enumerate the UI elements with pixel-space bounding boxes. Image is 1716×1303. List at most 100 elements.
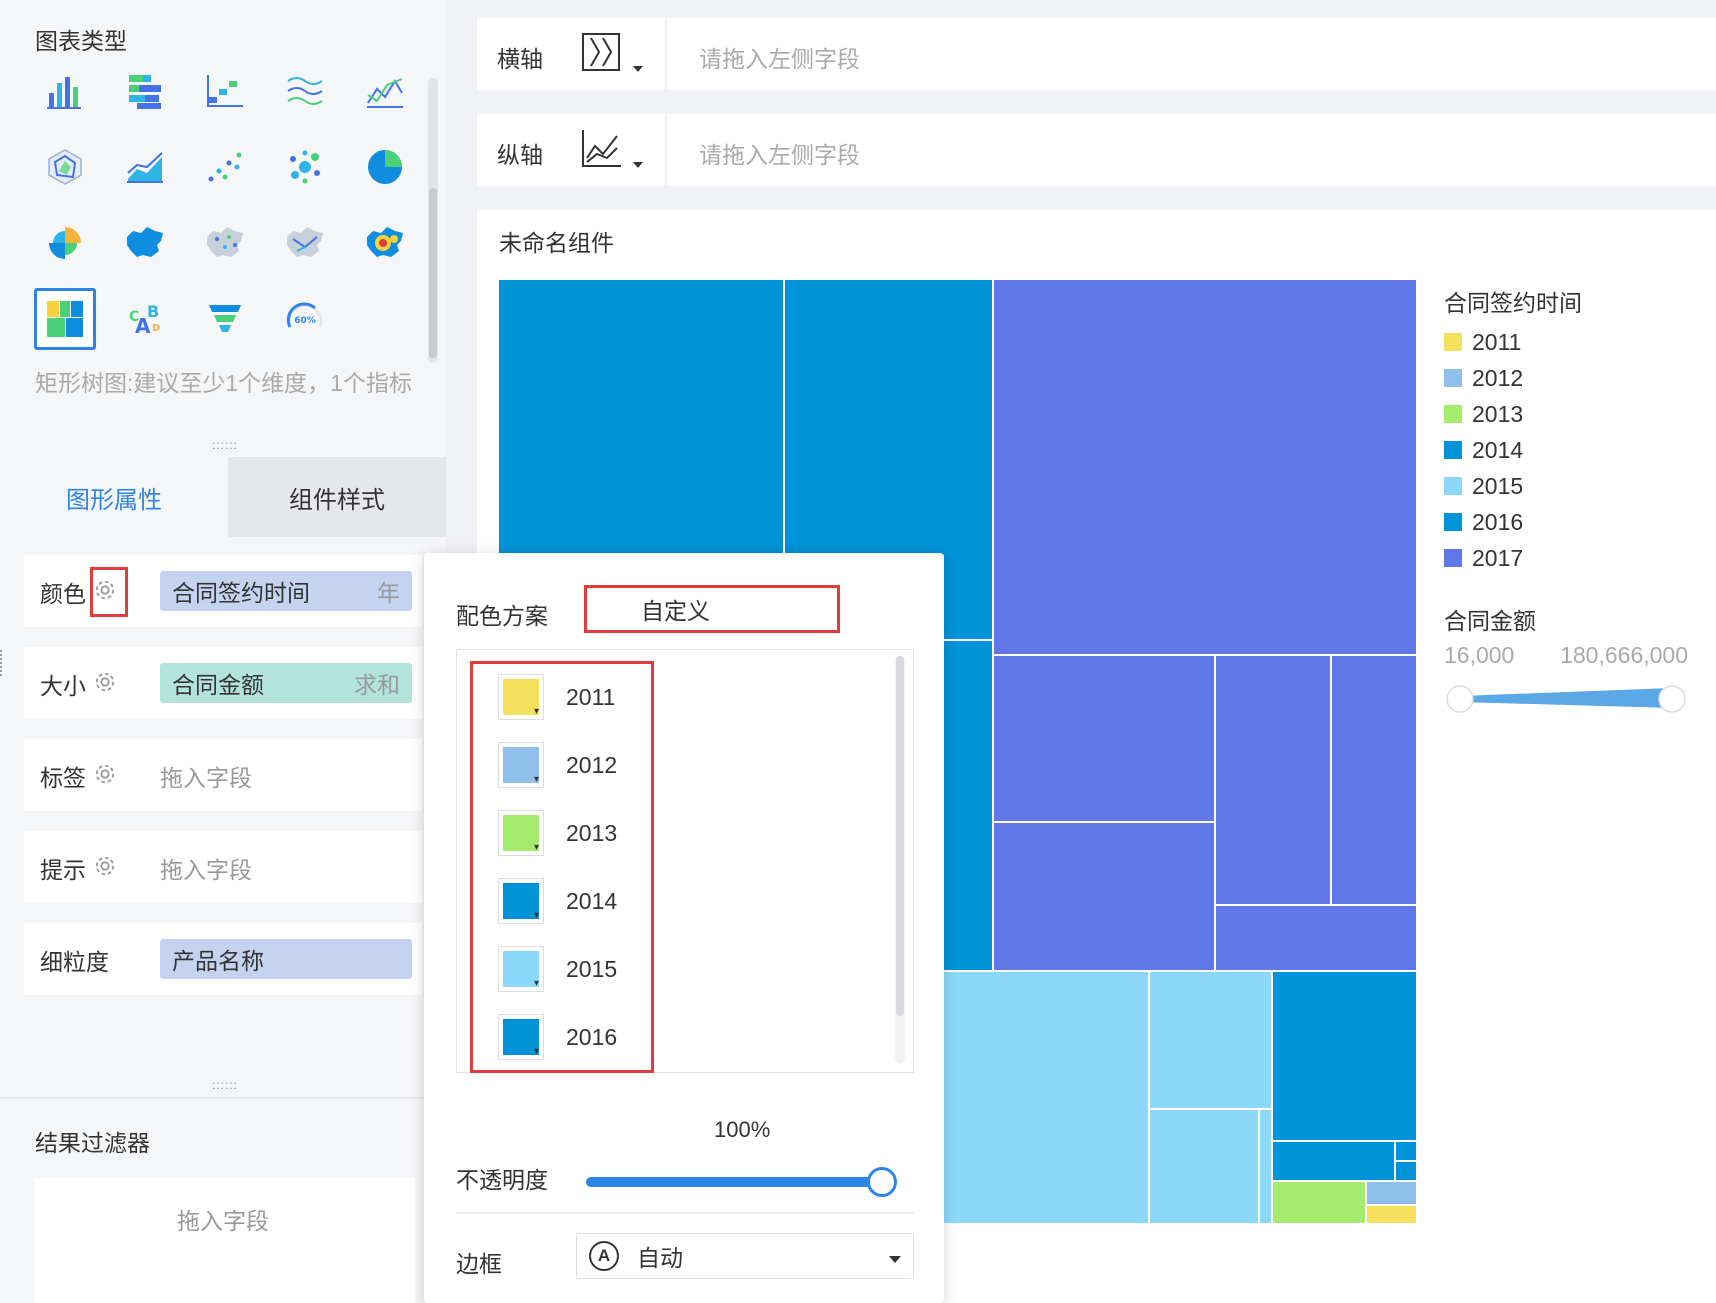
legend-item[interactable]: 2011 bbox=[1444, 324, 1704, 360]
tab-graph-props[interactable]: 图形属性 bbox=[0, 457, 228, 537]
color-picker-swatch[interactable]: ▾ bbox=[498, 674, 544, 720]
bar-chart-icon[interactable] bbox=[34, 60, 96, 122]
color-picker-swatch[interactable]: ▾ bbox=[498, 1014, 544, 1060]
axis-divider bbox=[665, 114, 667, 186]
scheme-select[interactable]: 自定义 bbox=[584, 585, 840, 633]
resize-handle[interactable]: :::::: bbox=[212, 1078, 238, 1092]
gear-icon[interactable] bbox=[94, 671, 116, 698]
border-value: 自动 bbox=[637, 1245, 683, 1271]
legend-item[interactable]: 2013 bbox=[1444, 396, 1704, 432]
size-field-suffix: 求和 bbox=[354, 672, 400, 698]
color-settings-popup: 配色方案 自定义 ▾ 2011 ▾ 2012 ▾ 2013 ▾ 2014 ▾ 2015 ▾ 2016 … bbox=[424, 553, 944, 1303]
x-axis-chart-type-icon[interactable] bbox=[581, 32, 649, 81]
step-chart-icon[interactable] bbox=[194, 60, 256, 122]
size-range-slider[interactable] bbox=[1444, 682, 1688, 716]
legend: 合同签约时间 2011 2012 2013 2014 2015 2016 2017 合同金额… bbox=[1444, 284, 1704, 716]
legend-item[interactable]: 2017 bbox=[1444, 540, 1704, 576]
treemap-cell[interactable] bbox=[1395, 1161, 1417, 1181]
treemap-cell[interactable] bbox=[1272, 1181, 1366, 1224]
treemap-cell[interactable] bbox=[1272, 971, 1417, 1141]
area-chart-icon[interactable] bbox=[114, 136, 176, 198]
treemap-icon[interactable] bbox=[34, 288, 96, 350]
gauge-icon[interactable]: 60% bbox=[274, 288, 336, 350]
color-picker-swatch[interactable]: ▾ bbox=[498, 878, 544, 924]
legend-item[interactable]: 2015 bbox=[1444, 468, 1704, 504]
color-row-year: 2013 bbox=[566, 819, 618, 846]
caret-down-icon: ▾ bbox=[533, 978, 539, 989]
treemap-cell[interactable] bbox=[1272, 1141, 1395, 1181]
treemap-cell[interactable] bbox=[1366, 1205, 1417, 1224]
china-map-icon[interactable] bbox=[114, 212, 176, 274]
border-select[interactable]: A 自动 bbox=[576, 1233, 914, 1279]
size-min-label: 16,000 bbox=[1444, 642, 1515, 668]
word-cloud-icon[interactable]: CABD bbox=[114, 288, 176, 350]
gear-icon[interactable] bbox=[94, 763, 116, 790]
filter-drop-zone[interactable]: 拖入字段 bbox=[35, 1178, 415, 1303]
scatter-chart-icon[interactable] bbox=[194, 136, 256, 198]
legend-item-label: 2013 bbox=[1472, 400, 1524, 427]
treemap-cell[interactable] bbox=[1366, 1181, 1417, 1205]
color-field-pill[interactable]: 合同签约时间 年 bbox=[160, 571, 412, 611]
bubble-chart-icon[interactable] bbox=[274, 136, 336, 198]
color-picker-swatch[interactable]: ▾ bbox=[498, 946, 544, 992]
stacked-bar-icon[interactable] bbox=[114, 60, 176, 122]
legend-item[interactable]: 2016 bbox=[1444, 504, 1704, 540]
legend-swatch bbox=[1444, 405, 1462, 423]
x-axis-bar: 横轴 请拖入左侧字段 bbox=[477, 18, 1716, 90]
resize-handle[interactable]: :::::: bbox=[212, 438, 238, 452]
color-picker-swatch[interactable]: ▾ bbox=[498, 742, 544, 788]
color-row: ▾ 2015 bbox=[498, 935, 617, 1003]
legend-item[interactable]: 2012 bbox=[1444, 360, 1704, 396]
heat-map-icon[interactable] bbox=[354, 212, 416, 274]
filter-placeholder: 拖入字段 bbox=[177, 1208, 269, 1234]
gear-icon[interactable] bbox=[94, 855, 116, 882]
tag-row: 标签 拖入字段 bbox=[24, 739, 422, 811]
granularity-field-pill[interactable]: 产品名称 bbox=[160, 939, 412, 979]
tag-drop-zone[interactable]: 拖入字段 bbox=[160, 759, 252, 793]
divider bbox=[456, 1212, 914, 1214]
color-label: 颜色 bbox=[40, 581, 86, 607]
filter-title: 结果过滤器 bbox=[35, 1130, 150, 1156]
treemap-cell[interactable] bbox=[1149, 971, 1272, 1109]
tooltip-drop-zone[interactable]: 拖入字段 bbox=[160, 851, 252, 885]
y-axis-drop-zone[interactable]: 请拖入左侧字段 bbox=[699, 136, 860, 170]
flow-map-icon[interactable] bbox=[274, 212, 336, 274]
color-list-scrollbar[interactable] bbox=[895, 656, 905, 1064]
range-area-icon[interactable] bbox=[274, 60, 336, 122]
y-axis-chart-type-icon[interactable] bbox=[581, 128, 649, 177]
pie-chart-icon[interactable] bbox=[354, 136, 416, 198]
size-max-label: 180,666,000 bbox=[1560, 642, 1688, 668]
treemap-cell[interactable] bbox=[1215, 905, 1417, 971]
radar-chart-icon[interactable] bbox=[34, 136, 96, 198]
treemap-cell[interactable] bbox=[993, 822, 1215, 971]
rose-chart-icon[interactable] bbox=[34, 212, 96, 274]
caret-down-icon: ▾ bbox=[533, 1046, 539, 1057]
color-picker-swatch[interactable]: ▾ bbox=[498, 810, 544, 856]
scheme-value: 自定义 bbox=[641, 598, 710, 624]
size-field-pill[interactable]: 合同金额 求和 bbox=[160, 663, 412, 703]
opacity-slider-knob[interactable] bbox=[867, 1167, 897, 1197]
left-drag-handle[interactable] bbox=[0, 650, 6, 676]
x-axis-drop-zone[interactable]: 请拖入左侧字段 bbox=[699, 40, 860, 74]
funnel-icon[interactable] bbox=[194, 288, 256, 350]
opacity-slider[interactable] bbox=[586, 1167, 897, 1197]
caret-down-icon: ▾ bbox=[533, 774, 539, 785]
color-row: ▾ 2011 bbox=[498, 663, 617, 731]
legend-item-label: 2011 bbox=[1472, 328, 1522, 355]
treemap-cell[interactable] bbox=[993, 655, 1215, 822]
treemap-cell[interactable] bbox=[1331, 655, 1417, 905]
gear-icon[interactable] bbox=[94, 579, 116, 606]
opacity-label: 不透明度 bbox=[456, 1167, 548, 1193]
treemap-cell[interactable] bbox=[1215, 655, 1331, 905]
chart-type-scrollbar[interactable] bbox=[428, 78, 438, 363]
tab-component-style[interactable]: 组件样式 bbox=[228, 457, 446, 537]
line-chart-icon[interactable] bbox=[354, 60, 416, 122]
color-row-year: 2016 bbox=[566, 1023, 618, 1050]
legend-item[interactable]: 2014 bbox=[1444, 432, 1704, 468]
point-map-icon[interactable] bbox=[194, 212, 256, 274]
treemap-cell[interactable] bbox=[1149, 1109, 1259, 1224]
treemap-cell[interactable] bbox=[1259, 1109, 1272, 1224]
treemap-cell[interactable] bbox=[1395, 1141, 1417, 1161]
treemap-cell[interactable] bbox=[993, 279, 1417, 655]
legend-item-label: 2012 bbox=[1472, 364, 1524, 391]
